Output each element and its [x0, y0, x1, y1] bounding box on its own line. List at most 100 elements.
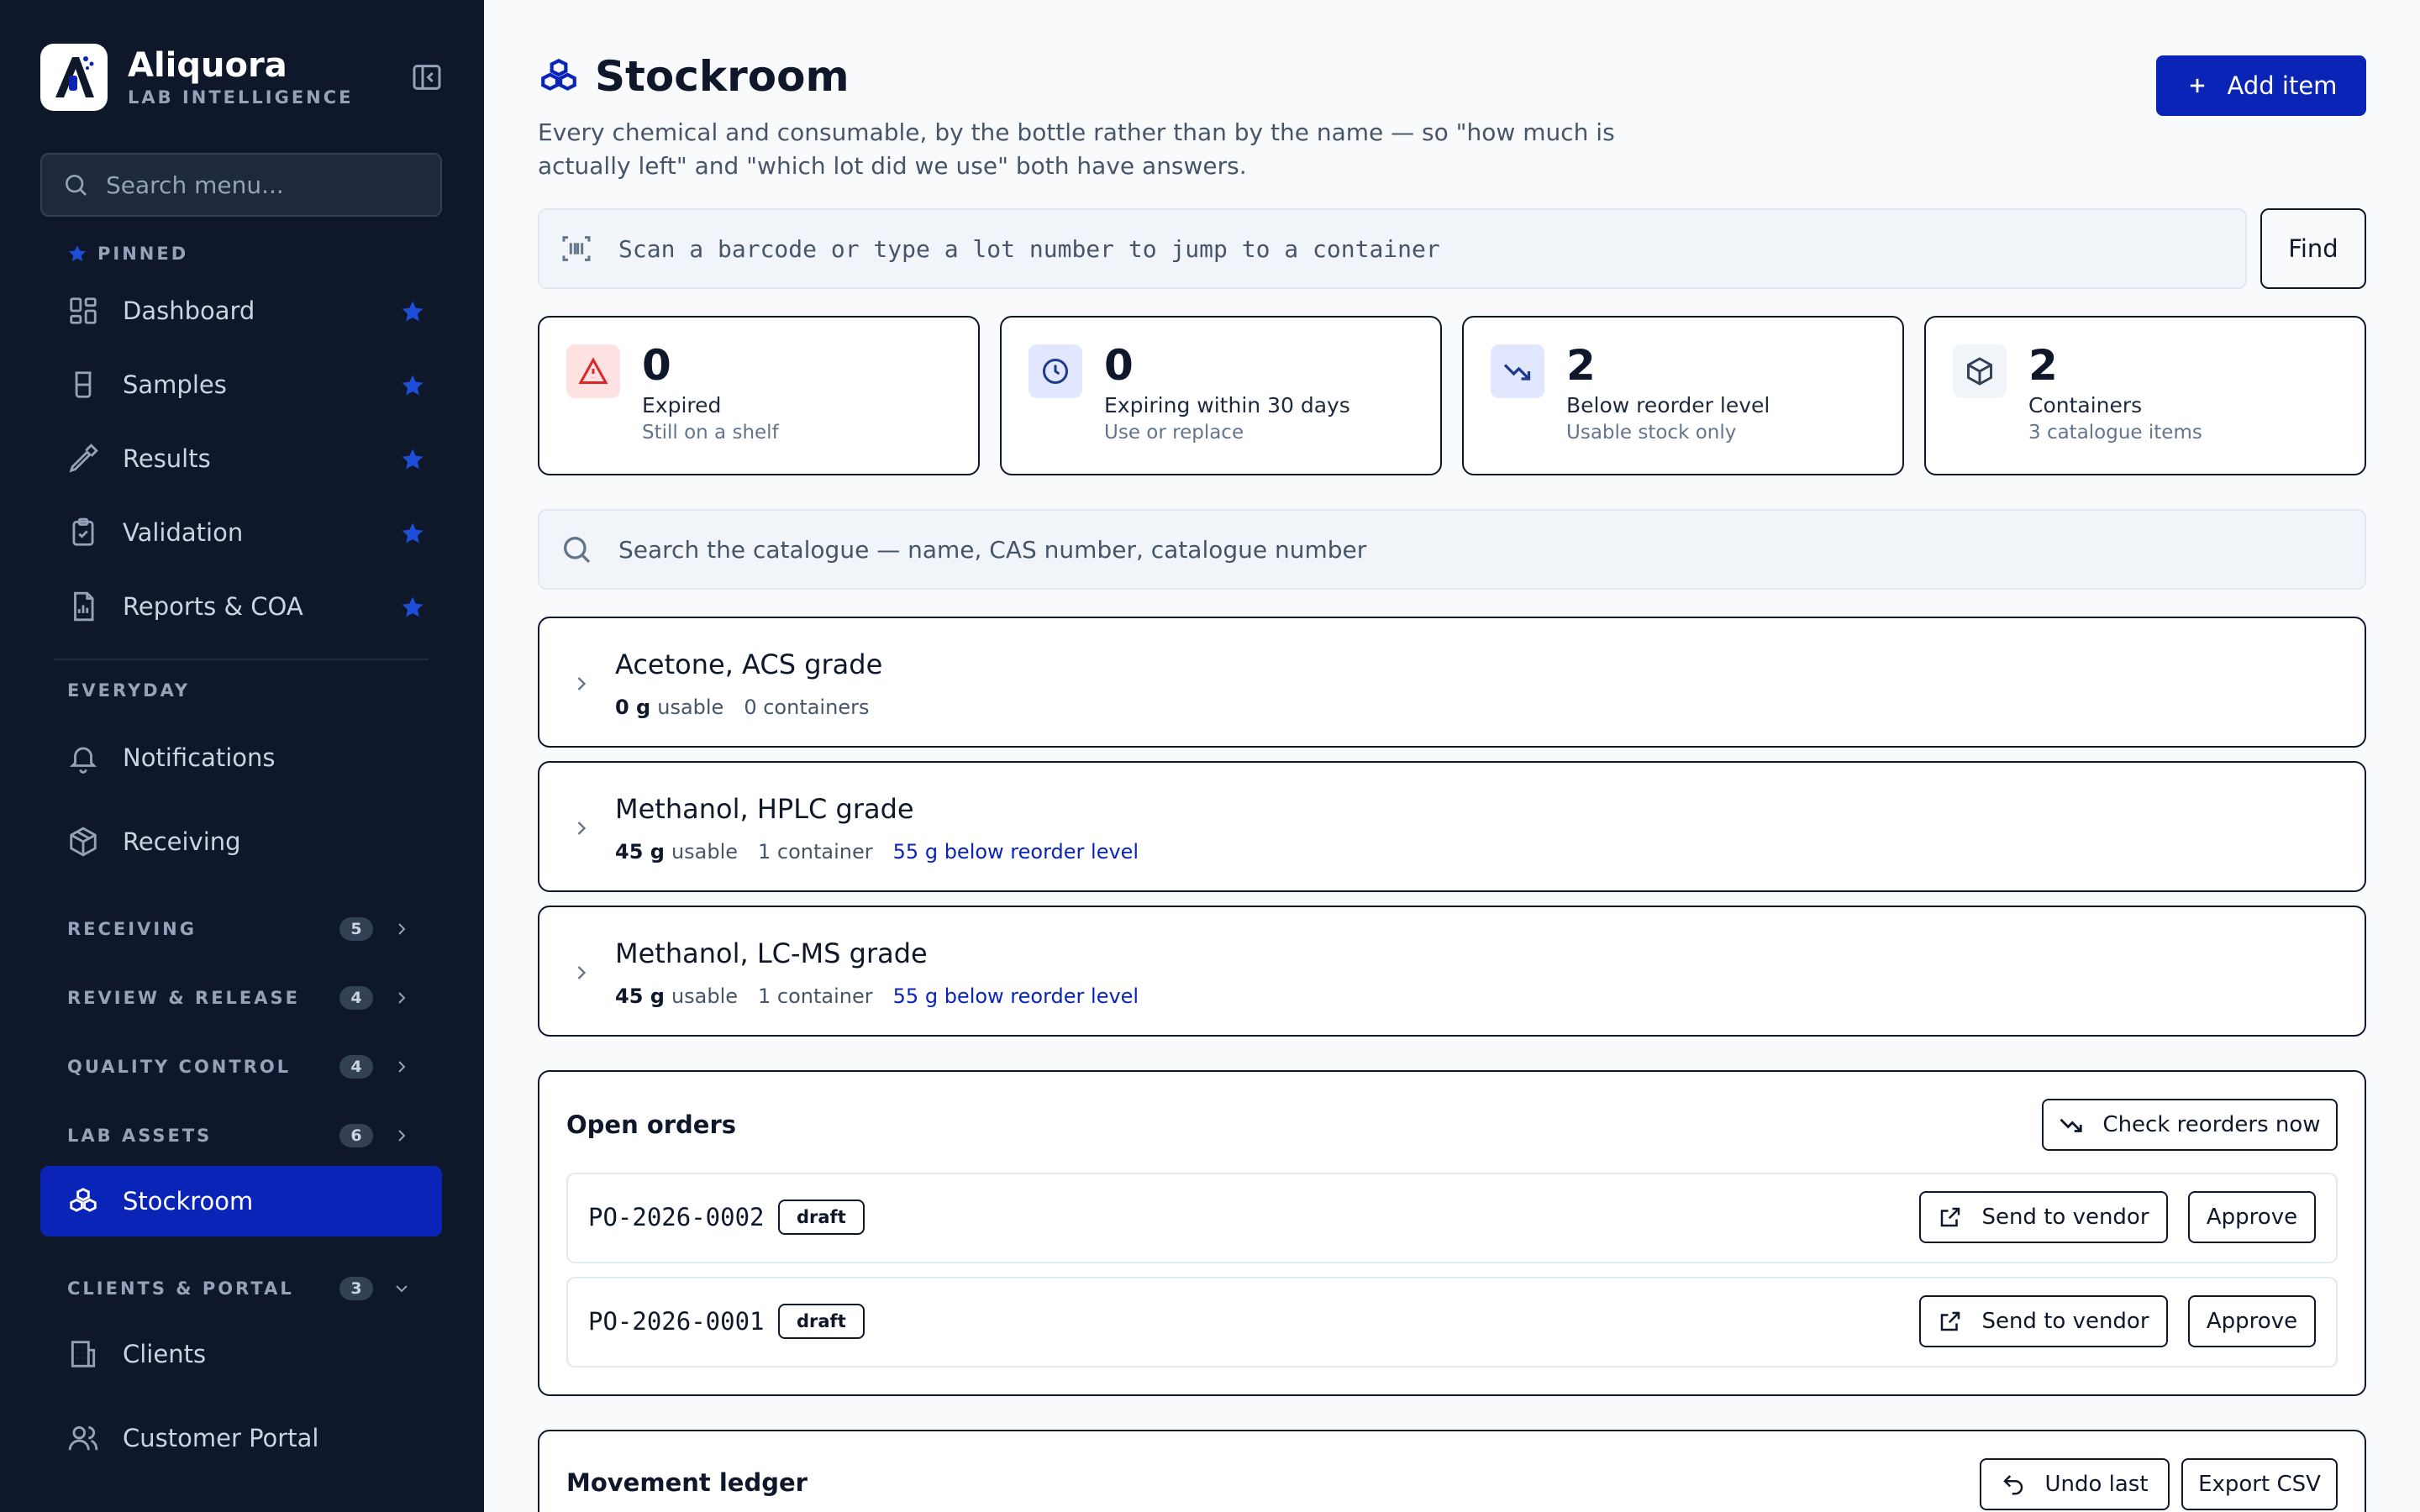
group-count-badge: 4 — [339, 986, 373, 1010]
pinned-star-icon[interactable] — [400, 299, 425, 324]
check-reorders-label: Check reorders now — [2102, 1112, 2321, 1137]
catalogue-item-name: Methanol, HPLC grade — [615, 793, 914, 825]
stat-sublabel: 3 catalogue items — [2028, 422, 2202, 444]
pipette-icon — [69, 444, 98, 473]
add-item-button[interactable]: Add item — [2156, 55, 2366, 116]
sidebar-item-label: Validation — [123, 518, 244, 547]
stat-label: Containers — [2028, 393, 2143, 417]
send-to-vendor-label: Send to vendor — [1981, 1205, 2149, 1230]
sidebar-item-label: Receiving — [123, 827, 241, 856]
chevron-right-icon — [398, 1130, 406, 1142]
sidebar-group-receiving[interactable]: RECEIVING 5 — [67, 912, 412, 946]
send-to-vendor-button[interactable]: Send to vendor — [1919, 1191, 2168, 1243]
stat-sublabel: Use or replace — [1104, 422, 1244, 444]
check-reorders-button[interactable]: Check reorders now — [2042, 1099, 2338, 1151]
beaker-icon — [75, 371, 92, 398]
alert-triangle-icon — [566, 344, 620, 398]
everyday-section-label: EVERYDAY — [67, 680, 191, 701]
sidebar-item-label: Notifications — [123, 743, 276, 772]
group-label: CLIENTS & PORTAL — [67, 1278, 294, 1299]
catalogue-item-name: Methanol, LC-MS grade — [615, 937, 928, 969]
sidebar-item-receiving[interactable]: Receiving — [40, 806, 442, 877]
po-number: PO-2026-0001 — [588, 1307, 765, 1336]
stat-value: 0 — [1104, 341, 1134, 390]
stockroom-icon — [70, 1188, 97, 1212]
sidebar-group-lab-assets[interactable]: LAB ASSETS 6 — [67, 1119, 412, 1152]
order-row[interactable]: PO-2026-0002 draft Send to vendor Approv… — [566, 1173, 2338, 1263]
sidebar-group-clients-portal[interactable]: CLIENTS & PORTAL 3 — [67, 1272, 412, 1305]
chevron-right-icon — [398, 923, 406, 935]
sidebar-group-review-release[interactable]: REVIEW & RELEASE 4 — [67, 981, 412, 1015]
sidebar-item-dashboard[interactable]: Dashboard — [40, 276, 442, 346]
approve-button[interactable]: Approve — [2188, 1191, 2316, 1243]
box-icon — [1953, 344, 2007, 398]
find-button[interactable]: Find — [2260, 208, 2366, 289]
bell-icon — [69, 747, 97, 774]
star-icon — [69, 245, 86, 262]
stat-card-expired[interactable]: 0 Expired Still on a shelf — [538, 316, 980, 475]
group-count-badge: 5 — [339, 917, 373, 941]
usable-label: usable — [671, 840, 739, 864]
stat-card-containers[interactable]: 2 Containers 3 catalogue items — [1924, 316, 2366, 475]
pinned-star-icon[interactable] — [400, 595, 425, 620]
sidebar-group-quality-control[interactable]: QUALITY CONTROL 4 — [67, 1050, 412, 1084]
chevron-right-icon — [577, 677, 587, 690]
stats-row: 0 Expired Still on a shelf 0 Expiring wi… — [538, 316, 2366, 475]
group-label: RECEIVING — [67, 919, 197, 939]
send-to-vendor-label: Send to vendor — [1981, 1309, 2149, 1334]
stat-value: 2 — [2028, 341, 2058, 390]
catalogue-item-meta: 45 g usable 1 container 55 g below reord… — [615, 984, 1139, 1008]
menu-search-input[interactable]: Search menu... — [40, 153, 442, 217]
container-count: 0 containers — [744, 696, 870, 719]
chevron-right-icon — [577, 966, 587, 979]
order-row[interactable]: PO-2026-0001 draft Send to vendor Approv… — [566, 1277, 2338, 1368]
sidebar-item-label: Customer Portal — [123, 1424, 319, 1452]
sidebar-item-samples[interactable]: Samples — [40, 349, 442, 420]
sidebar-collapse-icon[interactable] — [410, 60, 444, 94]
main-content: Stockroom Every chemical and consumable,… — [484, 0, 2420, 1512]
group-count-badge: 4 — [339, 1055, 373, 1079]
status-badge: draft — [778, 1304, 865, 1339]
undo-last-button[interactable]: Undo last — [1980, 1458, 2170, 1510]
catalogue-item[interactable]: Acetone, ACS grade 0 g usable 0 containe… — [538, 617, 2366, 748]
plus-icon — [2190, 78, 2204, 93]
catalogue-item[interactable]: Methanol, LC-MS grade 45 g usable 1 cont… — [538, 906, 2366, 1037]
brand-name: Aliquora — [128, 46, 287, 85]
sidebar-item-stockroom[interactable]: Stockroom — [40, 1166, 442, 1236]
search-icon — [564, 537, 591, 564]
catalogue-search-input[interactable]: Search the catalogue — name, CAS number,… — [538, 509, 2366, 590]
menu-search-placeholder: Search menu... — [106, 171, 284, 199]
trending-down-icon — [2060, 1118, 2083, 1132]
stat-card-below-reorder[interactable]: 2 Below reorder level Usable stock only — [1462, 316, 1904, 475]
usable-label: usable — [657, 696, 724, 719]
stat-card-expiring[interactable]: 0 Expiring within 30 days Use or replace — [1000, 316, 1442, 475]
sidebar-item-reports[interactable]: Reports & COA — [40, 571, 442, 642]
undo-last-label: Undo last — [2044, 1472, 2149, 1497]
group-label: LAB ASSETS — [67, 1126, 213, 1146]
pinned-star-icon[interactable] — [400, 521, 425, 546]
usable-qty: 0 g — [615, 696, 651, 719]
sidebar: Aliquora LAB INTELLIGENCE Search menu...… — [0, 0, 484, 1512]
sidebar-item-clients[interactable]: Clients — [40, 1319, 442, 1389]
report-icon — [74, 591, 94, 622]
sidebar-item-notifications[interactable]: Notifications — [40, 722, 442, 793]
send-to-vendor-button[interactable]: Send to vendor — [1919, 1295, 2168, 1347]
approve-button[interactable]: Approve — [2188, 1295, 2316, 1347]
dashboard-icon — [70, 297, 97, 324]
sidebar-item-customer-portal[interactable]: Customer Portal — [40, 1403, 442, 1473]
pinned-star-icon[interactable] — [400, 373, 425, 398]
catalogue-item[interactable]: Methanol, HPLC grade 45 g usable 1 conta… — [538, 761, 2366, 892]
package-icon — [70, 827, 97, 857]
stat-sublabel: Usable stock only — [1566, 422, 1737, 444]
page-subtitle: Every chemical and consumable, by the bo… — [538, 118, 1615, 180]
sidebar-item-validation[interactable]: Validation — [40, 497, 442, 568]
barcode-scan-input[interactable]: Scan a barcode or type a lot number to j… — [538, 208, 2247, 289]
sidebar-item-results[interactable]: Results — [40, 423, 442, 494]
catalogue-item-name: Acetone, ACS grade — [615, 648, 883, 680]
export-csv-button[interactable]: Export CSV — [2181, 1458, 2338, 1510]
sidebar-item-label: Clients — [123, 1340, 207, 1368]
building-icon — [71, 1341, 96, 1368]
pinned-star-icon[interactable] — [400, 447, 425, 472]
catalogue-search-placeholder: Search the catalogue — name, CAS number,… — [618, 535, 1367, 564]
sidebar-item-label: Dashboard — [123, 297, 255, 325]
